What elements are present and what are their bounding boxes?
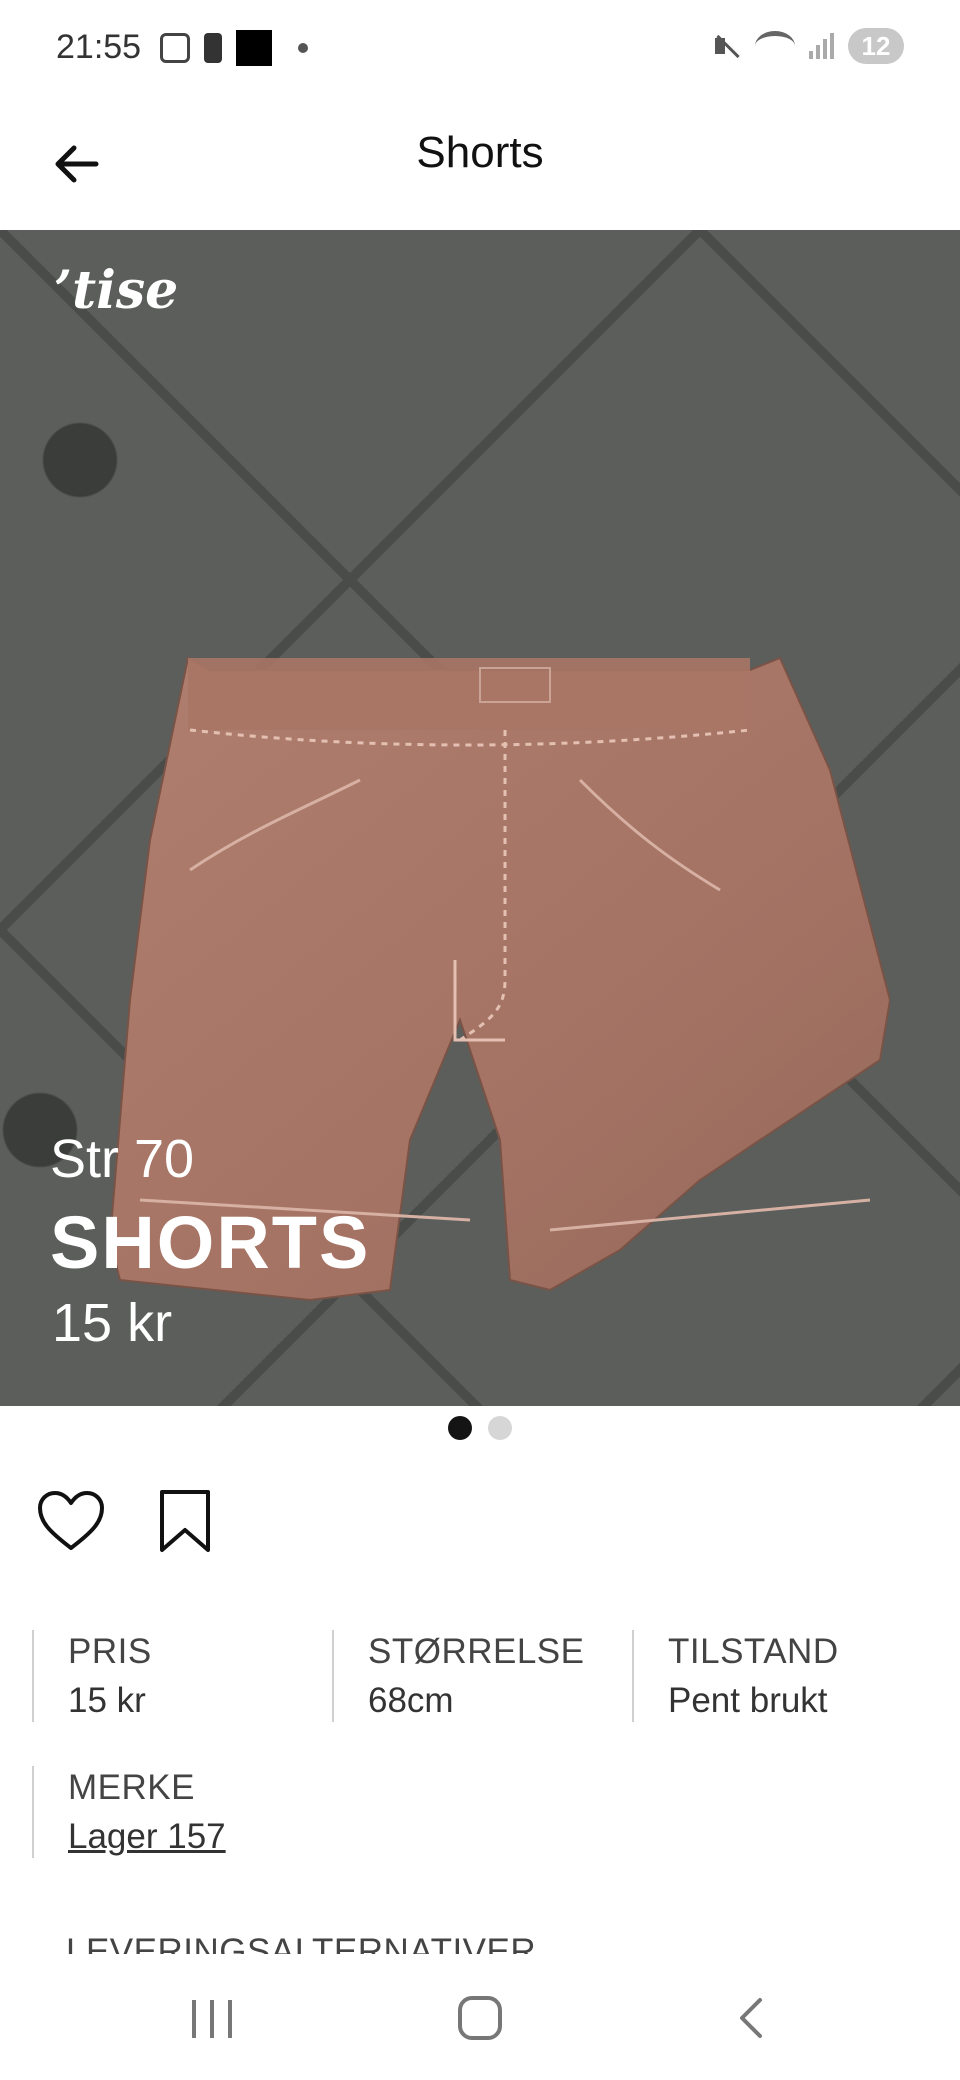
screenshot-icon	[160, 33, 190, 63]
system-back-button[interactable]	[730, 1996, 774, 2040]
status-time: 21:55	[56, 28, 142, 66]
page-title: Shorts	[416, 128, 544, 177]
status-bar: 21:55 12	[0, 0, 960, 100]
delivery-options-heading: LEVERINGSALTERNATIVER	[66, 1932, 537, 1954]
like-button[interactable]	[34, 1486, 108, 1556]
app-notification-icon	[236, 30, 272, 66]
mute-icon	[713, 32, 741, 60]
signal-icon	[809, 33, 834, 59]
save-button[interactable]	[148, 1486, 222, 1556]
product-attributes: PRIS 15 kr STØRRELSE 68cm TILSTAND Pent …	[32, 1630, 932, 1858]
home-button[interactable]	[458, 1996, 502, 2040]
hero-price-text: 15 kr	[52, 1293, 173, 1353]
attribute-size: STØRRELSE 68cm	[332, 1630, 632, 1722]
hero-title-text: SHORTS	[50, 1201, 371, 1284]
bookmark-icon	[160, 1490, 210, 1552]
heart-icon	[38, 1491, 104, 1550]
pager-dot-1[interactable]	[448, 1416, 472, 1440]
brand-link[interactable]: Lager 157	[68, 1810, 352, 1864]
wifi-icon	[755, 31, 795, 61]
action-row	[34, 1486, 222, 1556]
tise-logo: ’tise	[54, 260, 179, 321]
pager-dot-2[interactable]	[488, 1416, 512, 1440]
attributes-row-1: PRIS 15 kr STØRRELSE 68cm TILSTAND Pent …	[32, 1630, 932, 1722]
app-header: Shorts	[0, 100, 960, 230]
price-value: 15 kr	[68, 1681, 146, 1720]
tise-logo-text: tise	[72, 260, 179, 321]
more-notifications-dot-icon	[298, 43, 308, 53]
price-label: PRIS	[68, 1632, 152, 1671]
carousel-pager	[0, 1416, 960, 1440]
condition-label: TILSTAND	[668, 1632, 839, 1671]
condition-value: Pent brukt	[668, 1681, 828, 1720]
status-left-icons	[160, 30, 308, 66]
size-value: 68cm	[368, 1681, 454, 1720]
recents-button[interactable]	[192, 2000, 232, 2038]
attributes-row-2: MERKE Lager 157	[32, 1766, 932, 1858]
attribute-price: PRIS 15 kr	[32, 1630, 332, 1722]
hero-size-text: Str 70	[50, 1129, 195, 1189]
alert-icon	[204, 33, 222, 63]
brand-label: MERKE	[68, 1768, 195, 1807]
attribute-condition: TILSTAND Pent brukt	[632, 1630, 932, 1722]
system-nav-bar	[0, 1960, 960, 2080]
notification-count-badge: 12	[848, 28, 904, 64]
status-right-icons: 12	[713, 28, 904, 64]
size-label: STØRRELSE	[368, 1632, 585, 1671]
product-image-carousel[interactable]: ’tise Str 70 SHORTS 15 kr	[0, 230, 960, 1406]
attribute-brand: MERKE Lager 157	[32, 1766, 352, 1858]
